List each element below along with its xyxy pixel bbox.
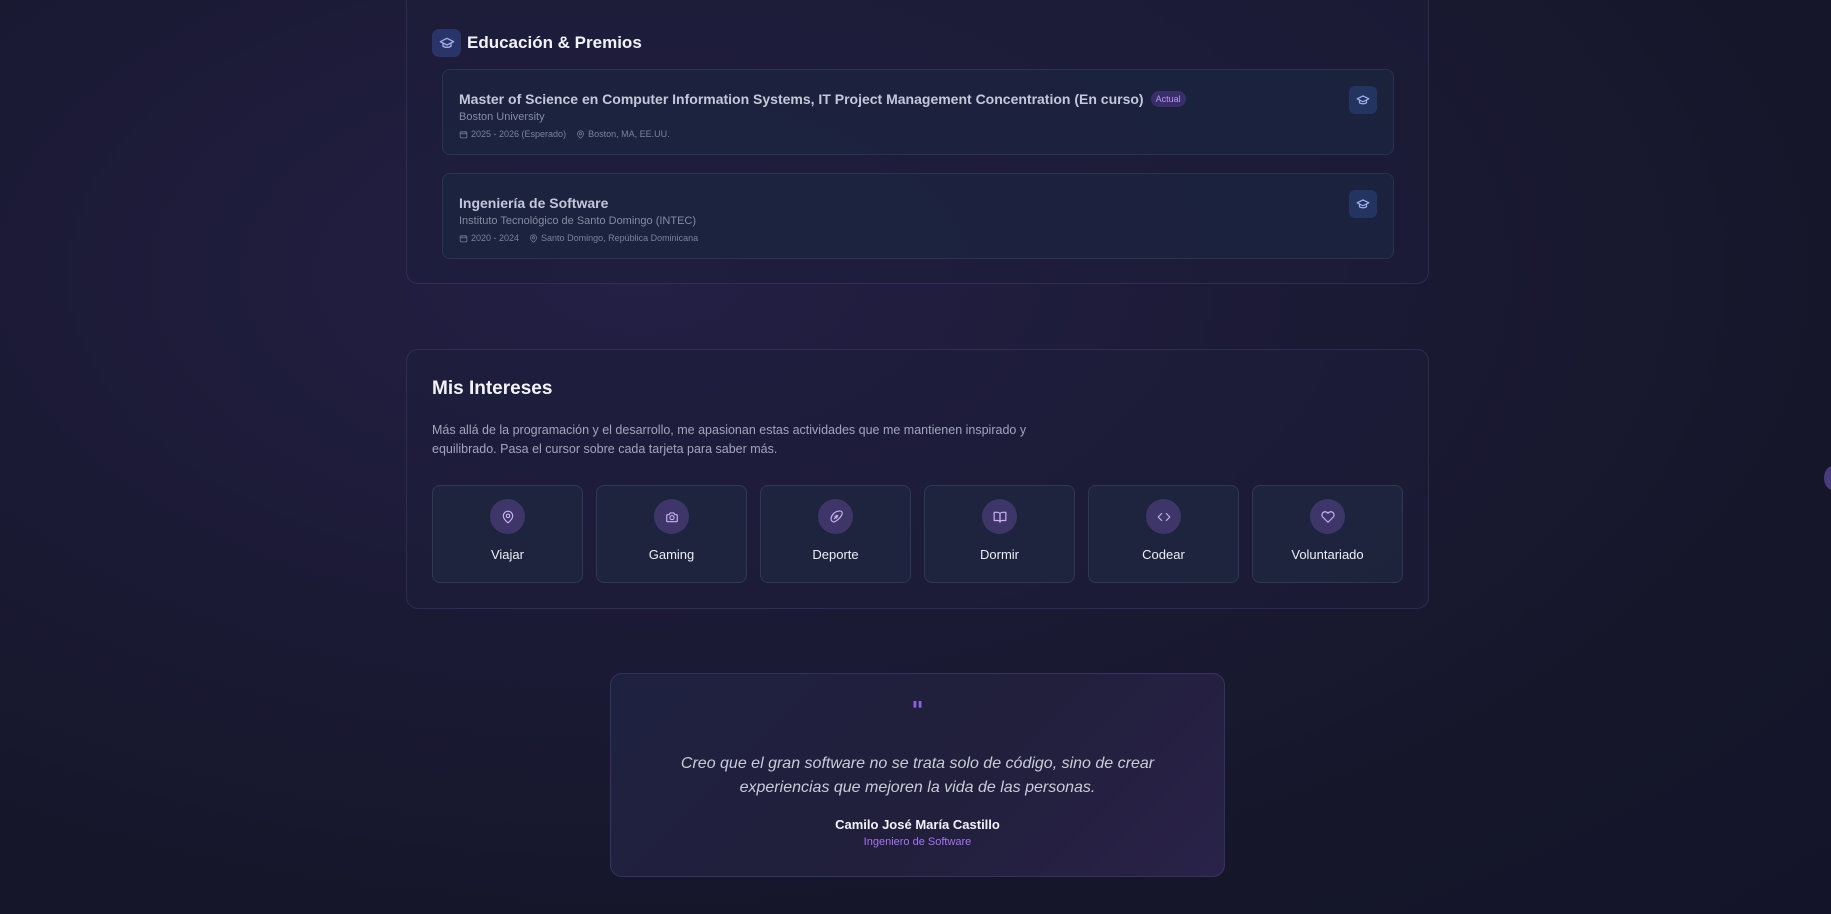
school-name: Instituto Tecnológico de Santo Domingo (… [459,215,697,227]
interest-label: Viajar [490,547,524,562]
graduation-cap-icon [1349,190,1377,218]
interests-grid: Viajar Gaming Deporte Dormir Codear Volu… [432,485,1403,583]
floating-button[interactable] [1824,466,1831,490]
degree-title: Ingeniería de Software [459,195,609,211]
calendar-icon [459,130,468,138]
interest-card-dormir[interactable]: Dormir [924,485,1075,583]
quote-text: Creo que el gran software no se trata so… [680,755,1155,796]
education-title: Educación & Premios [467,33,642,52]
education-location: Santo Domingo, República Dominicana [541,233,699,243]
interest-card-deporte[interactable]: Deporte [760,485,911,583]
education-meta: 2020 - 2024 Santo Domingo, República Dom… [459,233,698,243]
rugby-ball-icon [818,499,853,534]
school-name: Boston University [459,111,545,123]
interest-label: Dormir [980,547,1019,562]
degree-row: Ingeniería de Software [459,195,608,211]
quote-author: Camilo José María Castillo [835,817,1000,832]
quote-mark: " [911,696,924,725]
current-badge: Actual [1150,91,1186,107]
interest-label: Deporte [812,547,859,562]
code-icon [1146,499,1181,534]
interest-card-viajar[interactable]: Viajar [432,485,583,583]
graduation-cap-icon [1349,86,1377,114]
map-pin-icon [530,233,537,243]
education-item: Ingeniería de Software Instituto Tecnoló… [442,173,1394,259]
education-location: Boston, MA, EE.UU. [588,129,670,139]
interests-section: Mis Intereses Más allá de la programació… [406,349,1429,609]
education-dates: 2025 - 2026 (Esperado) [471,129,567,139]
degree-row: Master of Science en Computer Informatio… [459,91,1186,107]
quote-role: Ingeniero de Software [863,836,972,848]
map-pin-icon [490,499,525,534]
education-section: Educación & Premios Master of Science en… [406,0,1429,284]
interest-card-voluntariado[interactable]: Voluntariado [1252,485,1403,583]
interest-card-codear[interactable]: Codear [1088,485,1239,583]
quote-card: " Creo que el gran software no se trata … [610,673,1225,877]
education-meta: 2025 - 2026 (Esperado) Boston, MA, EE.UU… [459,129,670,139]
calendar-icon [459,234,468,242]
interest-label: Voluntariado [1291,547,1364,562]
map-pin-icon [577,129,584,139]
education-item: Master of Science en Computer Informatio… [442,69,1394,155]
book-icon [982,499,1017,534]
education-dates: 2020 - 2024 [471,233,520,243]
camera-icon [654,499,689,534]
education-header: Educación & Premios [432,29,642,57]
interests-description: Más allá de la programación y el desarro… [432,423,1027,456]
interest-label: Gaming [648,547,695,562]
interests-title: Mis Intereses [432,378,553,399]
heart-icon [1310,499,1345,534]
interest-label: Codear [1142,547,1185,562]
graduation-cap-icon [432,29,461,57]
degree-title: Master of Science en Computer Informatio… [459,91,1144,107]
interest-card-gaming[interactable]: Gaming [596,485,747,583]
